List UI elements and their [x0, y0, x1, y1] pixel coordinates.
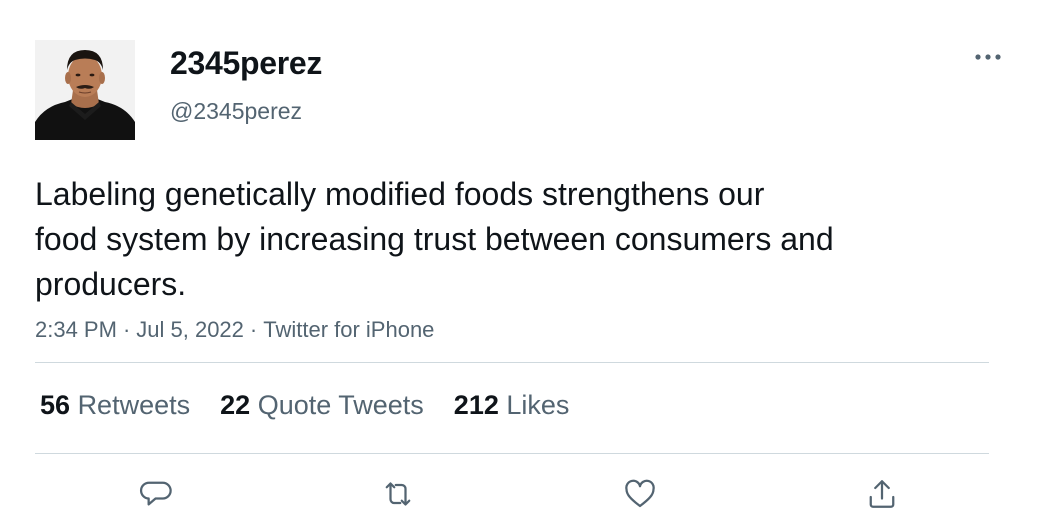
meta-separator: ·	[122, 317, 131, 342]
tweet-time[interactable]: 2:34 PM	[35, 317, 117, 342]
meta-separator: ·	[249, 317, 258, 342]
avatar-photo	[35, 40, 135, 140]
tweet-card: 2345perez @2345perez Labeling geneticall…	[0, 0, 1050, 525]
more-horizontal-icon	[975, 54, 1001, 60]
reply-icon	[139, 481, 172, 506]
divider	[35, 362, 989, 363]
likes-stat[interactable]: 212 Likes	[454, 388, 570, 422]
quote-tweets-stat[interactable]: 22 Quote Tweets	[220, 388, 424, 422]
divider	[35, 453, 989, 454]
retweets-count: 56	[40, 390, 71, 420]
likes-label: Likes	[506, 390, 570, 420]
tweet-stats: 56 Retweets 22 Quote Tweets 212 Likes	[40, 388, 599, 422]
reply-button[interactable]	[134, 474, 178, 514]
retweets-label: Retweets	[77, 390, 191, 420]
avatar[interactable]	[35, 40, 135, 140]
quote-tweets-count: 22	[220, 390, 251, 420]
retweet-button[interactable]	[376, 474, 420, 514]
retweets-stat[interactable]: 56 Retweets	[40, 388, 190, 422]
tweet-source[interactable]: Twitter for iPhone	[263, 317, 434, 342]
user-handle[interactable]: @2345perez	[170, 96, 302, 126]
tweet-actions-bar	[0, 474, 1050, 514]
tweet-text: Labeling genetically modified foods stre…	[35, 176, 834, 302]
tweet-date[interactable]: Jul 5, 2022	[136, 317, 244, 342]
share-icon	[869, 480, 895, 508]
likes-count: 212	[453, 390, 499, 420]
share-button[interactable]	[860, 474, 904, 514]
retweet-icon	[385, 482, 411, 506]
more-options-button[interactable]	[968, 44, 1008, 70]
display-name[interactable]: 2345perez	[170, 44, 322, 82]
heart-icon	[625, 479, 655, 508]
like-button[interactable]	[618, 474, 662, 514]
tweet-metadata: 2:34 PM · Jul 5, 2022 · Twitter for iPhone	[35, 316, 434, 344]
quote-tweets-label: Quote Tweets	[257, 390, 424, 420]
